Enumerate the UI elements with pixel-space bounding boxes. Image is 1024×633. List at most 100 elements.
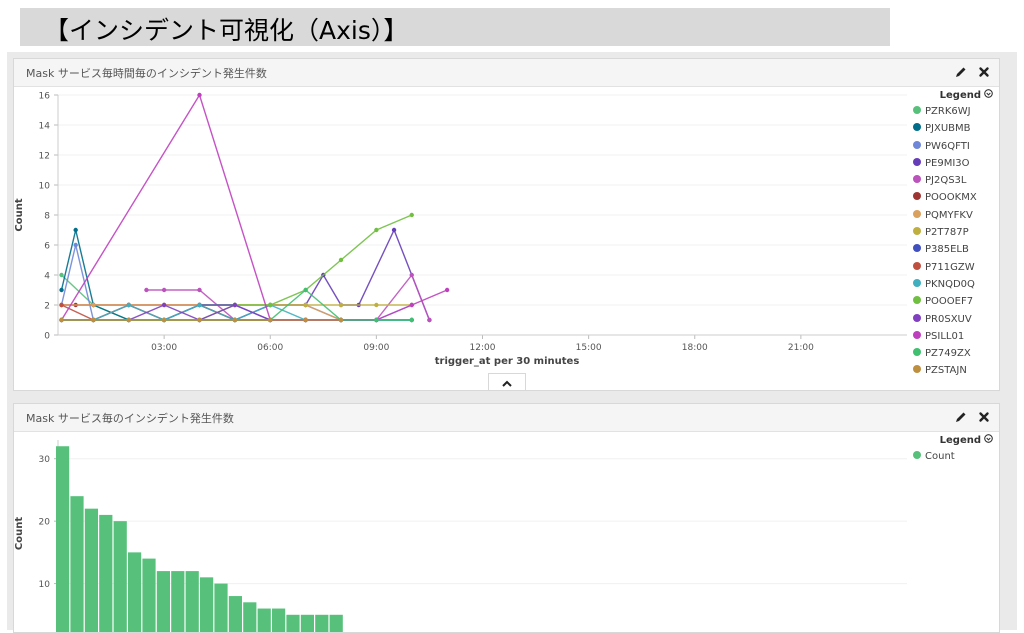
bar [257, 608, 271, 632]
data-point [59, 287, 64, 293]
panel-tools [950, 409, 991, 425]
legend-item[interactable]: Count [913, 448, 993, 465]
data-point [374, 227, 379, 233]
legend-swatch [913, 278, 921, 287]
x-tick-label: 06:00 [257, 343, 283, 353]
bar [243, 602, 257, 632]
y-tick-label: 12 [39, 152, 50, 162]
legend-label: PE9MI3O [925, 157, 970, 169]
series-line [61, 304, 412, 321]
legend-item[interactable]: PKNQD0Q [913, 276, 993, 293]
legend-label: PSILL01 [925, 330, 965, 342]
legend-item[interactable]: P711GZW [913, 259, 993, 276]
data-point [161, 302, 167, 308]
legend-swatch [913, 296, 921, 305]
legend-item[interactable]: PJ2QS3L [913, 172, 993, 189]
legend-item[interactable]: PJXUBMB [913, 120, 993, 137]
data-point [73, 227, 78, 233]
bar [171, 571, 185, 632]
y-grid [58, 458, 907, 585]
legend-item[interactable]: PZ749ZX [913, 345, 993, 362]
pencil-icon[interactable] [954, 409, 968, 423]
legend-item[interactable]: PSILL01 [913, 328, 993, 345]
series-line [61, 304, 412, 321]
data-point [427, 317, 432, 323]
legend-label: P711GZW [925, 261, 975, 273]
collapse-toggle[interactable] [488, 373, 526, 390]
bar [99, 514, 113, 632]
legend-item[interactable]: PR0SXUV [913, 311, 993, 328]
legend-label: POOOKMX [925, 192, 977, 204]
data-point [409, 272, 414, 278]
legend-label: PJ2QS3L [925, 175, 967, 187]
legend-item[interactable]: PE9MI3O [913, 155, 993, 172]
x-tick-label: 12:00 [470, 343, 496, 353]
legend-label: PZSTAJN [925, 365, 967, 377]
legend-item[interactable]: PQMYFKV [913, 207, 993, 224]
data-point [73, 242, 78, 248]
y-tick-labels: 0 2 4 6 8 10 12 14 16 [39, 92, 58, 342]
legend-item[interactable]: P385ELB [913, 241, 993, 258]
y-tick-label: 4 [44, 272, 50, 282]
legend-swatch [913, 140, 921, 149]
data-point [232, 317, 238, 323]
legend-label: Count [925, 451, 955, 462]
data-point [409, 302, 414, 308]
legend-label: PJXUBMB [925, 123, 971, 135]
series-line [60, 244, 413, 321]
data-point [268, 302, 273, 308]
legend-item[interactable]: POOOEF7 [913, 293, 993, 310]
legend-title[interactable]: Legend [913, 434, 993, 448]
legend-swatch [913, 157, 921, 166]
data-point [91, 317, 96, 323]
close-icon[interactable] [977, 409, 991, 423]
y-tick-label: 14 [39, 122, 51, 132]
line-chart: 0 2 4 6 8 10 12 14 16 03:00 06:00 09:00 12:00 15:00 1… [14, 92, 907, 367]
bars [56, 446, 343, 632]
legend: Legend PZRK6WJ PJXUBMB PW6QFTI PE9MI3O PJ2QS… [913, 89, 993, 380]
data-point [374, 302, 379, 308]
panel-title: Mask サービス毎のインシデント発生件数 [26, 412, 234, 425]
bar [70, 496, 84, 632]
data-point [303, 317, 308, 323]
bar [200, 577, 214, 632]
legend-toggle-icon[interactable] [984, 434, 993, 448]
close-icon[interactable] [977, 64, 991, 78]
data-point [59, 272, 64, 278]
bar [300, 614, 314, 632]
data-point [338, 257, 344, 263]
legend-item[interactable]: POOOKMX [913, 189, 993, 206]
y-tick-label: 8 [44, 212, 50, 222]
legend-label: PQMYFKV [925, 209, 973, 221]
legend-swatch [913, 106, 921, 114]
panel-header: Mask サービス毎のインシデント発生件数 [14, 404, 999, 432]
legend-label: PZ749ZX [925, 348, 971, 360]
legend-items: PZRK6WJ PJXUBMB PW6QFTI PE9MI3O PJ2QS3L POOOK… [913, 103, 993, 380]
bar-chart: 10 20 30 Count [14, 440, 907, 632]
legend-item[interactable]: PZRK6WJ [913, 103, 993, 120]
legend-swatch [913, 365, 921, 374]
data-point [161, 317, 167, 323]
pencil-icon[interactable] [954, 64, 968, 78]
data-point [391, 227, 397, 233]
data-point [197, 317, 202, 323]
bar [315, 614, 329, 632]
legend-label: PW6QFTI [925, 140, 970, 152]
legend-item[interactable]: PZSTAJN [913, 362, 993, 379]
legend-toggle-icon[interactable] [984, 89, 993, 103]
data-point [338, 302, 344, 308]
data-point [303, 287, 308, 293]
y-tick-label: 6 [44, 242, 50, 252]
legend-title[interactable]: Legend [913, 89, 993, 103]
legend-item[interactable]: PW6QFTI [913, 138, 993, 155]
legend-swatch [913, 175, 921, 184]
legend-label: PKNQD0Q [925, 278, 975, 290]
bar [128, 552, 142, 632]
x-tick-label: 15:00 [576, 343, 602, 353]
legend-swatch [913, 330, 921, 339]
y-tick-label: 16 [39, 92, 51, 102]
y-axis-label: Count [14, 198, 25, 231]
series-lines [59, 92, 450, 323]
legend-item[interactable]: P2T787P [913, 224, 993, 241]
y-tick-label: 10 [39, 182, 51, 192]
